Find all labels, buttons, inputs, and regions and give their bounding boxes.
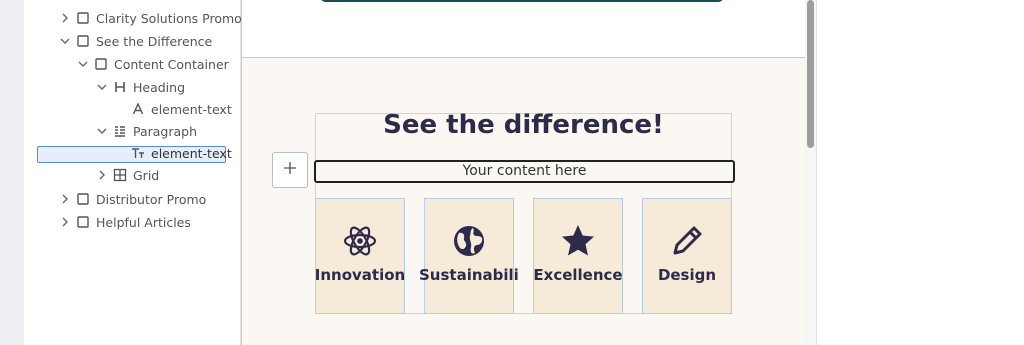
- tree-item-distributor-promo[interactable]: Distributor Promo: [58, 188, 206, 210]
- chevron-right-icon[interactable]: [58, 11, 72, 25]
- tree-item-heading[interactable]: Heading: [95, 76, 185, 98]
- tree-item-label: Heading: [133, 79, 186, 95]
- tree-item-label: element-text: [151, 101, 232, 117]
- add-block-button[interactable]: [272, 152, 308, 188]
- tree-item-paragraph-element-text[interactable]: element-text: [113, 142, 232, 164]
- chevron-down-icon[interactable]: [58, 34, 72, 48]
- tree-item-label: Clarity Solutions Promo: [96, 10, 242, 26]
- grid-icon: [113, 168, 127, 182]
- paragraph-icon: [113, 124, 127, 138]
- tree-item-label: Content Container: [114, 56, 229, 72]
- square-icon: [76, 215, 90, 229]
- tree-item-see-the-difference[interactable]: See the Difference: [58, 30, 212, 52]
- tree-item-label: Distributor Promo: [96, 191, 207, 207]
- square-icon: [76, 192, 90, 206]
- tree-item-label: Grid: [133, 167, 160, 183]
- square-icon: [76, 34, 90, 48]
- feature-card-sustainability[interactable]: Sustainability: [419, 198, 519, 314]
- tree-item-label: Paragraph: [133, 123, 198, 139]
- feature-card-label: Design: [657, 266, 717, 284]
- paragraph-text-field[interactable]: Your content here: [314, 160, 735, 183]
- tree-item-heading-element-text[interactable]: element-text: [113, 98, 232, 120]
- tree-item-helpful-articles[interactable]: Helpful Articles: [58, 211, 191, 233]
- atom-icon: [342, 223, 378, 259]
- plus-icon: [282, 160, 298, 180]
- square-icon: [94, 57, 108, 71]
- feature-card-label: Innovation: [314, 266, 406, 284]
- tree-item-clarity-solutions-promo[interactable]: Clarity Solutions Promo: [58, 7, 242, 29]
- square-icon: [76, 11, 90, 25]
- chevron-down-icon[interactable]: [95, 124, 109, 138]
- previous-section[interactable]: [242, 0, 806, 58]
- tree-item-paragraph[interactable]: Paragraph: [95, 120, 197, 142]
- tree-item-label: element-text: [151, 145, 232, 161]
- chevron-right-icon[interactable]: [58, 192, 72, 206]
- text-tt-icon: [131, 146, 145, 160]
- tree-item-content-container[interactable]: Content Container: [76, 53, 229, 75]
- editor-canvas: See the difference! Your content here In…: [241, 0, 807, 345]
- feature-card-design[interactable]: Design: [642, 198, 732, 314]
- chevron-down-icon[interactable]: [76, 57, 90, 71]
- section-heading[interactable]: See the difference!: [315, 110, 732, 140]
- globe-icon: [451, 223, 487, 259]
- feature-card-label: Sustainability: [419, 266, 519, 284]
- heading-icon: [113, 80, 127, 94]
- chevron-down-icon[interactable]: [95, 80, 109, 94]
- star-icon: [560, 223, 596, 259]
- canvas-scrollbar-thumb[interactable]: [807, 0, 814, 148]
- pencil-icon: [669, 223, 705, 259]
- previous-section-bar: [320, 0, 724, 2]
- tree-item-label: Helpful Articles: [96, 214, 191, 230]
- feature-card-innovation[interactable]: Innovation: [315, 198, 405, 314]
- tree-item-grid[interactable]: Grid: [95, 164, 159, 186]
- feature-card-excellence[interactable]: Excellence: [533, 198, 623, 314]
- chevron-right-icon[interactable]: [58, 215, 72, 229]
- feature-card-label: Excellence: [533, 266, 623, 284]
- tree-item-label: See the Difference: [96, 33, 213, 49]
- text-a-icon: [131, 102, 145, 116]
- layer-tree-panel: Clarity Solutions Promo See the Differen…: [24, 0, 242, 345]
- left-rail: [0, 0, 24, 345]
- chevron-right-icon[interactable]: [95, 168, 109, 182]
